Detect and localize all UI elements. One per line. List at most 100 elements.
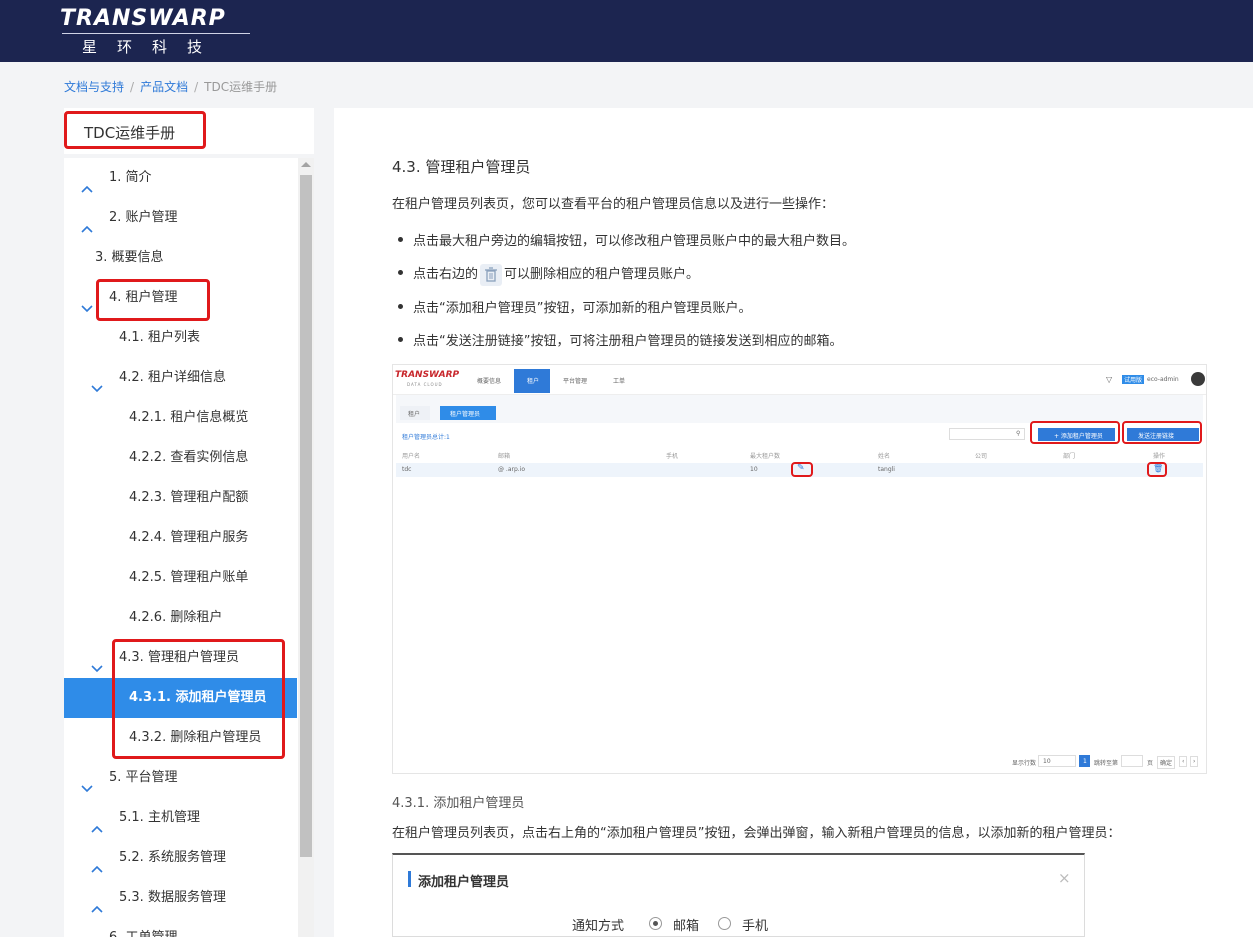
shot-column-header: 用户名 [402, 453, 421, 460]
sidebar-item-label: 4.2.3. 管理租户配额 [129, 490, 249, 505]
breadcrumb: 文档与支持 / 产品文档 / TDC运维手册 [64, 78, 277, 95]
dialog-close-icon[interactable]: × [1058, 869, 1071, 887]
sidebar-item[interactable]: 6. 工单管理 [64, 918, 297, 937]
sidebar-item-label: 4.2.6. 删除租户 [129, 610, 223, 625]
chevron-up-icon[interactable] [81, 172, 93, 193]
shot-nav-item: 租户 [527, 378, 540, 385]
chevron-down-icon[interactable] [91, 652, 103, 673]
shot-navbar: TRANSWARP DATA CLOUD 概要信息 租户 平台管理 工单 ▽ 试… [393, 365, 1206, 395]
sidebar-scroll-thumb[interactable] [300, 175, 312, 857]
breadcrumb-separator: / [194, 80, 199, 94]
add-admin-dialog: 添加租户管理员 × 通知方式 邮箱 手机 [392, 853, 1085, 937]
sidebar-item-label: 5.1. 主机管理 [119, 810, 200, 825]
shot-cell-email: @ .arp.io [498, 466, 526, 473]
sidebar-item[interactable]: 4.2.1. 租户信息概览 [64, 398, 297, 438]
shot-tab-label: 租户管理员 [450, 411, 481, 418]
shot-highlight-send [1122, 421, 1202, 444]
chevron-up-icon[interactable] [91, 892, 103, 913]
shot-trial-badge: 试用版 [1122, 375, 1145, 384]
radio-email[interactable] [649, 917, 662, 930]
breadcrumb-separator: / [130, 80, 135, 94]
chevron-down-icon[interactable] [81, 772, 93, 793]
shot-column-header: 姓名 [878, 453, 891, 460]
bullet-item: 点击右边的 可以删除相应的租户管理员账户。 [398, 263, 699, 286]
chevron-up-icon[interactable] [81, 212, 93, 233]
sidebar-item[interactable]: 1. 简介 [64, 158, 297, 198]
bullet-item: 点击“添加租户管理员”按钮，可添加新的租户管理员账户。 [398, 297, 751, 316]
sidebar-item[interactable]: 4.2. 租户详细信息 [64, 358, 297, 398]
bullet-item: 点击“发送注册链接”按钮，可将注册租户管理员的链接发送到相应的邮箱。 [398, 330, 842, 349]
sidebar-item-label: 5.2. 系统服务管理 [119, 850, 226, 865]
sidebar-item[interactable]: 3. 概要信息 [64, 238, 297, 278]
highlight-box-admin-section [112, 639, 285, 759]
sidebar-item[interactable]: 5. 平台管理 [64, 758, 297, 798]
shot-username: eco-admin [1147, 376, 1179, 383]
scroll-up-arrow-icon[interactable] [301, 162, 311, 167]
sidebar-item-label: 3. 概要信息 [95, 250, 164, 265]
sidebar-item[interactable]: 5.3. 数据服务管理 [64, 878, 297, 918]
radio-phone-label: 手机 [742, 919, 769, 934]
shot-pager-next-icon: › [1190, 756, 1199, 767]
chevron-up-icon[interactable] [91, 812, 103, 833]
chevron-up-icon[interactable] [91, 852, 103, 873]
logo-subtitle: 星环科技 [82, 38, 223, 56]
trash-icon [480, 263, 503, 286]
shot-highlight-add [1030, 421, 1120, 444]
radio-email-label: 邮箱 [673, 919, 700, 934]
sidebar-item-label: 4.2.2. 查看实例信息 [129, 450, 249, 465]
sidebar-item[interactable]: 5.2. 系统服务管理 [64, 838, 297, 878]
shot-nav-item: 概要信息 [477, 378, 502, 385]
embedded-screenshot: TRANSWARP DATA CLOUD 概要信息 租户 平台管理 工单 ▽ 试… [392, 364, 1207, 774]
shot-filter-icon: ▽ [1106, 375, 1113, 384]
subsection-paragraph: 在租户管理员列表页，点击右上角的“添加租户管理员”按钮，会弹出弹窗，输入新租户管… [392, 826, 1121, 841]
shot-pager-prev-icon: ‹ [1179, 756, 1188, 767]
section-heading: 4.3. 管理租户管理员 [392, 158, 531, 176]
shot-pager-confirm: 确定 [1157, 756, 1176, 769]
dialog-title: 添加租户管理员 [418, 875, 510, 890]
chevron-up-icon[interactable] [81, 932, 93, 937]
shot-highlight-trash [1147, 462, 1167, 477]
sidebar-item-label: 2. 账户管理 [109, 210, 178, 225]
bullet-item: 点击最大租户旁边的编辑按钮，可以修改租户管理员账户中的最大租户数目。 [398, 230, 855, 249]
shot-column-header: 操作 [1153, 453, 1166, 460]
highlight-box-title [64, 111, 206, 149]
shot-search-box [949, 428, 1025, 440]
sidebar-item[interactable]: 4.2.3. 管理租户配额 [64, 478, 297, 518]
shot-pager-unit: 页 [1147, 760, 1154, 767]
sidebar-item-label: 4.2.1. 租户信息概览 [129, 410, 249, 425]
logo-wordmark: TRANSWARP [60, 6, 226, 31]
sidebar-item[interactable]: 5.1. 主机管理 [64, 798, 297, 838]
sidebar-item[interactable]: 4.2.6. 删除租户 [64, 598, 297, 638]
sidebar-item-label: 5. 平台管理 [109, 770, 178, 785]
shot-search-icon: ⚲ [1016, 430, 1021, 437]
top-header: TRANSWARP 星环科技 [0, 0, 1253, 62]
sidebar-item-label: 6. 工单管理 [109, 918, 178, 937]
chevron-down-icon[interactable] [81, 292, 93, 313]
shot-tab-label: 租户 [408, 411, 421, 418]
transwarp-logo[interactable]: TRANSWARP 星环科技 [60, 6, 260, 58]
subsection-heading: 4.3.1. 添加租户管理员 [392, 796, 525, 811]
intro-paragraph: 在租户管理员列表页，您可以查看平台的租户管理员信息以及进行一些操作： [392, 197, 835, 212]
sidebar-item-label: 1. 简介 [109, 170, 152, 185]
radio-phone[interactable] [718, 917, 731, 930]
highlight-box-tenant-mgmt [96, 279, 210, 321]
shot-column-header: 邮箱 [498, 453, 511, 460]
sidebar-item[interactable]: 4.2.5. 管理租户账单 [64, 558, 297, 598]
sidebar-item[interactable]: 4.1. 租户列表 [64, 318, 297, 358]
breadcrumb-product-docs[interactable]: 产品文档 [140, 80, 188, 94]
sidebar-item[interactable]: 4.2.4. 管理租户服务 [64, 518, 297, 558]
sidebar-item[interactable]: 4.2.2. 查看实例信息 [64, 438, 297, 478]
shot-nav-item: 平台管理 [563, 378, 588, 385]
chevron-down-icon[interactable] [91, 372, 103, 393]
breadcrumb-docs-support[interactable]: 文档与支持 [64, 80, 124, 94]
shot-pager-label: 显示行数 [1012, 760, 1037, 767]
sidebar-item-label: 5.3. 数据服务管理 [119, 890, 226, 905]
radio-dot [653, 921, 658, 926]
shot-pager-value: 10 [1043, 758, 1051, 765]
shot-column-header: 部门 [1063, 453, 1076, 460]
sidebar-item[interactable]: 2. 账户管理 [64, 198, 297, 238]
shot-cell-max: 10 [750, 466, 758, 473]
shot-column-header: 公司 [975, 453, 988, 460]
shot-pager-goto: 跳转至第 [1094, 760, 1119, 767]
shot-pager-input [1121, 755, 1143, 767]
